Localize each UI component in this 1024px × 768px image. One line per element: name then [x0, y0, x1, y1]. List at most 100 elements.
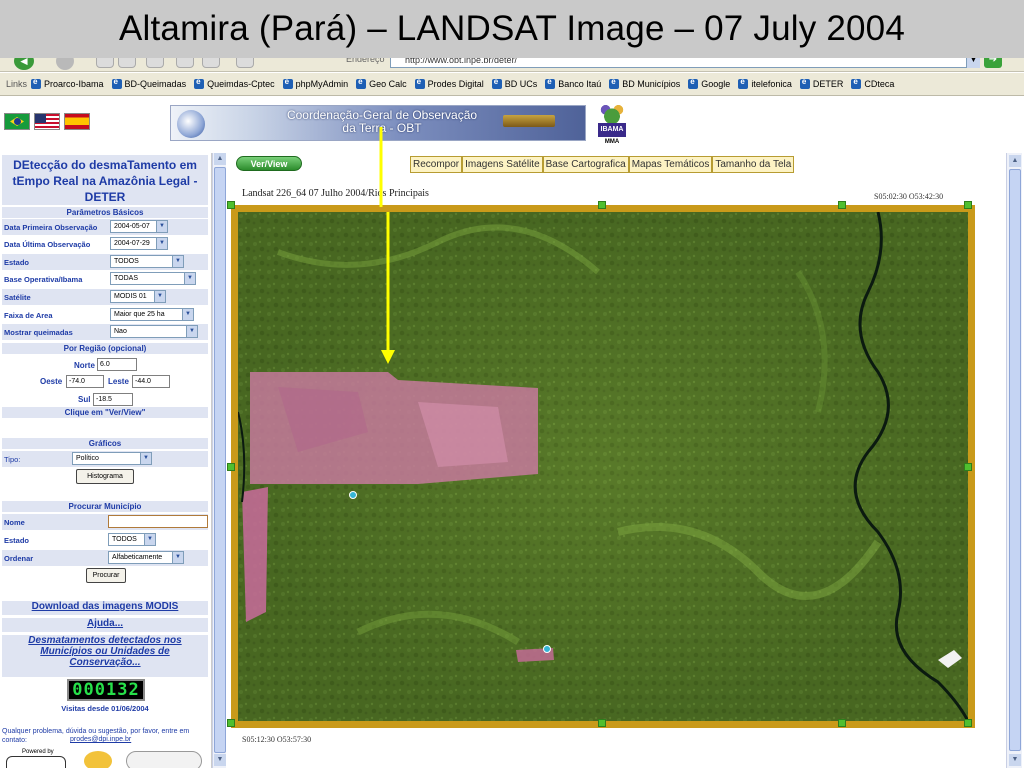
link-bd-ucs[interactable]: BD UCs — [491, 77, 537, 89]
ie-icon — [111, 77, 122, 89]
sul-input[interactable]: -18.5 — [93, 393, 133, 406]
ibama-logo: IBAMA MMA — [592, 101, 632, 147]
ie-icon — [545, 77, 556, 89]
scroll-up-icon[interactable]: ▲ — [1009, 155, 1021, 167]
coord-bottom-left: S05:12:30 O53:57:30 — [242, 735, 312, 744]
chevron-down-icon: ▼ — [144, 534, 155, 545]
faixa-select[interactable]: Maior que 25 ha ▼ — [110, 308, 194, 321]
link-queimadas-cptec[interactable]: Queimdas-Cptec — [194, 77, 275, 89]
resize-handle[interactable] — [964, 463, 972, 471]
ordenar-select[interactable]: Alfabeticamente ▼ — [108, 551, 184, 564]
main-scrollbar[interactable]: ▲ ▼ — [1006, 153, 1022, 768]
first-obs-select[interactable]: 2004-05-07 ▼ — [110, 220, 168, 233]
scroll-thumb[interactable] — [214, 167, 226, 753]
map-tabs: Recompor Imagens Satélite Base Cartograf… — [410, 156, 795, 173]
satelite-select[interactable]: MODIS 01 ▼ — [110, 290, 166, 303]
resize-handle[interactable] — [598, 201, 606, 209]
tab-base-cartografica[interactable]: Base Cartografica — [542, 156, 629, 173]
histograma-button[interactable]: Histograma — [76, 469, 134, 484]
row-mun-estado: Estado TODOS ▼ — [2, 532, 208, 548]
resize-handle[interactable] — [838, 201, 846, 209]
link-cdteca[interactable]: CDteca — [851, 77, 894, 89]
tab-recompor[interactable]: Recompor — [410, 156, 463, 173]
left-panel-scrollbar[interactable]: ▲ ▼ — [212, 153, 226, 768]
link-bd-municipios[interactable]: BD Municípios — [609, 77, 680, 89]
satellite-icon — [503, 115, 555, 127]
ibama-plant-icon — [596, 101, 628, 123]
link-banco-itau[interactable]: Banco Itaú — [545, 77, 601, 89]
link-bd-queimadas[interactable]: BD-Queimadas — [111, 77, 186, 89]
contact-email-link[interactable]: prodes@dpi.inpe.br — [70, 736, 131, 743]
resize-handle[interactable] — [964, 201, 972, 209]
tab-mapas-tematicos[interactable]: Mapas Temáticos — [628, 156, 713, 173]
resize-handle[interactable] — [838, 719, 846, 727]
link-geo-calc[interactable]: Geo Calc — [356, 77, 407, 89]
deter-title: DEtecção do desmaTamento em tEmpo Real n… — [2, 155, 208, 205]
php-logo-icon — [126, 751, 202, 768]
estado-select[interactable]: TODOS ▼ — [110, 255, 184, 268]
resize-handle[interactable] — [964, 719, 972, 727]
procurar-button[interactable]: Procurar — [86, 568, 126, 583]
location-marker-icon[interactable] — [543, 645, 551, 653]
last-obs-select[interactable]: 2004-07-29 ▼ — [110, 237, 168, 250]
chevron-down-icon: ▼ — [172, 256, 183, 267]
verview-button[interactable]: Ver/View — [236, 156, 302, 171]
leste-label: Leste — [108, 377, 129, 386]
brazil-flag-icon[interactable] — [4, 113, 30, 130]
resize-handle[interactable] — [227, 201, 235, 209]
row-faixa: Faixa de Area Maior que 25 ha ▼ — [2, 307, 208, 323]
base-select[interactable]: TODAS ▼ — [110, 272, 196, 285]
scroll-thumb[interactable] — [1009, 169, 1021, 751]
chevron-down-icon: ▼ — [156, 221, 167, 232]
tab-tamanho-tela[interactable]: Tamanho da Tela — [712, 156, 795, 173]
row-estado: Estado TODOS ▼ — [2, 254, 208, 270]
ie-icon — [491, 77, 502, 89]
resize-handle[interactable] — [227, 719, 235, 727]
resize-handle[interactable] — [227, 463, 235, 471]
web-page: Coordenação-Geral de Observação da Terra… — [0, 97, 1024, 768]
norte-input[interactable]: 6.0 — [97, 358, 137, 371]
download-link[interactable]: Download das imagens MODIS — [2, 601, 208, 615]
resize-handle[interactable] — [598, 719, 606, 727]
usa-flag-icon[interactable] — [34, 113, 60, 130]
link-google[interactable]: Google — [688, 77, 730, 89]
language-flags — [4, 113, 90, 130]
row-tipo: Tipo: Político ▼ — [2, 451, 208, 467]
scroll-up-icon[interactable]: ▲ — [214, 153, 226, 165]
tab-imagens-satelite[interactable]: Imagens Satélite — [462, 156, 543, 173]
image-caption: Landsat 226_64 07 Julho 2004/Rios Princi… — [242, 188, 429, 199]
mun-estado-select[interactable]: TODOS ▼ — [108, 533, 156, 546]
arrow-top-segment — [379, 127, 383, 207]
ie-icon — [738, 77, 749, 89]
chevron-down-icon: ▼ — [182, 309, 193, 320]
row-queimadas: Mostrar queimadas Nao ▼ — [2, 324, 208, 340]
nome-input[interactable] — [108, 515, 208, 528]
powered-logo-icon — [6, 756, 66, 768]
satellite-image-frame[interactable] — [231, 205, 975, 728]
oeste-label: Oeste — [40, 377, 63, 386]
link-proarco[interactable]: Proarco-Ibama — [31, 77, 104, 89]
spain-flag-icon[interactable] — [64, 113, 90, 130]
ajuda-link[interactable]: Ajuda... — [2, 618, 208, 632]
municipio-header: Procurar Município — [2, 501, 208, 512]
scroll-down-icon[interactable]: ▼ — [214, 754, 226, 766]
desmatamentos-link[interactable]: Desmatamentos detectados nos Municípios … — [2, 635, 208, 677]
graficos-header: Gráficos — [2, 438, 208, 449]
oeste-input[interactable]: -74.0 — [66, 375, 104, 388]
row-base: Base Operativa/Ibama TODAS ▼ — [2, 271, 208, 287]
queimadas-select[interactable]: Nao ▼ — [110, 325, 198, 338]
tipo-select[interactable]: Político ▼ — [72, 452, 152, 465]
location-marker-icon[interactable] — [349, 491, 357, 499]
scroll-down-icon[interactable]: ▼ — [1009, 754, 1021, 766]
left-panel: DEtecção do desmaTamento em tEmpo Real n… — [0, 153, 212, 768]
chevron-down-icon: ▼ — [156, 238, 167, 249]
leste-input[interactable]: -44.0 — [132, 375, 170, 388]
ie-icon — [194, 77, 205, 89]
link-prodes-digital[interactable]: Prodes Digital — [414, 77, 484, 89]
link-phpmyadmin[interactable]: phpMyAdmin — [282, 77, 348, 89]
landsat-image — [238, 212, 968, 721]
link-itelefonica[interactable]: itelefonica — [738, 77, 792, 89]
link-deter[interactable]: DETER — [799, 77, 843, 89]
click-hint: Clique em "Ver/View" — [2, 407, 208, 418]
row-ordenar: Ordenar Alfabeticamente ▼ — [2, 550, 208, 566]
